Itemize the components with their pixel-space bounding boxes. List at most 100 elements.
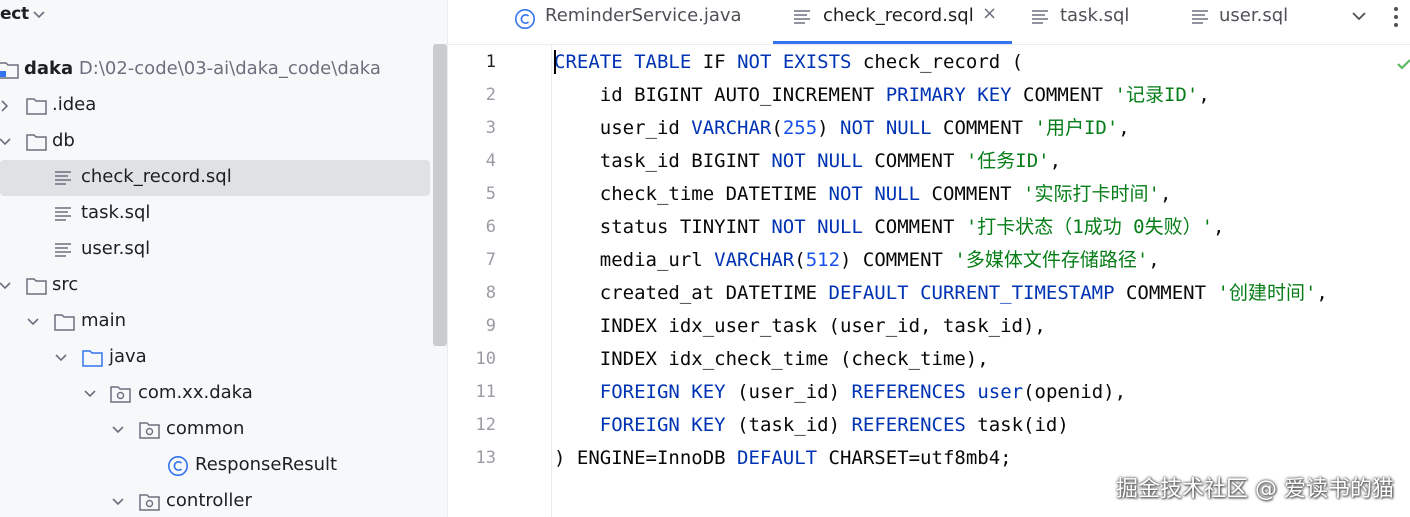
project-title[interactable]: ect xyxy=(0,4,29,24)
code-token: IF xyxy=(691,51,738,73)
code-token: DEFAULT xyxy=(737,447,818,469)
code-token: FOREIGN xyxy=(599,381,680,403)
tree-item-daka[interactable]: daka D:\02-code\03-ai\daka_code\daka xyxy=(0,52,430,88)
code-line[interactable]: user_id VARCHAR(255) NOT NULL COMMENT '用… xyxy=(554,112,1130,145)
code-token: NOT xyxy=(737,51,772,73)
code-token: '创建时间' xyxy=(1217,282,1317,304)
code-token: DEFAULT xyxy=(828,282,909,304)
active-tab-indicator xyxy=(773,41,1012,44)
code-token: CURRENT_TIMESTAMP xyxy=(920,282,1115,304)
chevron-down-icon[interactable] xyxy=(111,497,125,507)
code-token: FOREIGN xyxy=(599,414,680,436)
code-token: TABLE xyxy=(634,51,692,73)
code-line[interactable]: INDEX idx_user_task (user_id, task_id), xyxy=(554,310,1046,343)
code-token: , xyxy=(1213,216,1225,238)
line-number: 12 xyxy=(475,415,496,435)
chevron-down-icon[interactable] xyxy=(111,425,125,435)
code-line[interactable]: id BIGINT AUTO_INCREMENT PRIMARY KEY COM… xyxy=(554,79,1210,112)
code-line[interactable]: status TINYINT NOT NULL COMMENT '打卡状态（1成… xyxy=(554,211,1225,244)
line-number: 10 xyxy=(475,349,496,369)
code-token: INDEX idx_user_task (user_id, task_id), xyxy=(554,315,1046,337)
package-icon xyxy=(139,422,160,439)
tab-label: user.sql xyxy=(1219,5,1289,26)
tab-label: check_record.sql xyxy=(823,5,974,26)
code-token: VARCHAR xyxy=(714,249,795,271)
tree-item-check-record-sql[interactable]: check_record.sql xyxy=(0,160,430,196)
tree-item-label: check_record.sql xyxy=(81,166,232,187)
code-token: NULL xyxy=(874,183,921,205)
line-number-gutter: 1 2 3 4 5 6 7 8 9 10 11 12 13 xyxy=(448,45,552,517)
code-token: COMMENT xyxy=(1011,84,1115,106)
chevron-down-icon[interactable] xyxy=(32,7,46,21)
tree-item-controller[interactable]: controller xyxy=(0,484,430,517)
code-token: '任务ID' xyxy=(965,150,1050,172)
tree-item-label: controller xyxy=(166,490,252,511)
code-token: NULL xyxy=(885,117,932,139)
code-token: , xyxy=(1148,249,1160,271)
tree-item-label: user.sql xyxy=(81,238,151,259)
code-line[interactable]: CREATE TABLE IF NOT EXISTS check_record … xyxy=(554,46,1023,79)
code-token: , xyxy=(1049,150,1062,172)
sql-file-icon xyxy=(1192,10,1208,24)
code-editor[interactable]: 1 2 3 4 5 6 7 8 9 10 11 12 13 CREATE TABLE IF NOT EX… xyxy=(448,45,1410,517)
code-line[interactable]: media_url VARCHAR(512) COMMENT '多媒体文件存储路… xyxy=(554,244,1160,277)
line-number: 6 xyxy=(485,217,496,237)
code-token: ( xyxy=(794,249,806,271)
chevron-down-icon[interactable] xyxy=(54,353,68,363)
code-token: INDEX idx_check_time (check_time), xyxy=(554,348,989,370)
code-line[interactable]: task_id BIGINT NOT NULL COMMENT '任务ID', xyxy=(554,145,1061,178)
code-line[interactable]: FOREIGN KEY (user_id) REFERENCES user(op… xyxy=(554,376,1126,409)
tree-item-main[interactable]: main xyxy=(0,304,430,340)
code-line[interactable]: ) ENGINE=InnoDB DEFAULT CHARSET=utf8mb4; xyxy=(554,442,1012,475)
code-token: ) ENGINE=InnoDB xyxy=(554,447,738,469)
chevron-right-icon[interactable] xyxy=(0,99,10,113)
code-line[interactable]: check_time DATETIME NOT NULL COMMENT '实际… xyxy=(554,178,1172,211)
code-token: , xyxy=(1118,117,1130,139)
code-token: '用户ID' xyxy=(1034,117,1119,139)
code-token: '多媒体文件存储路径' xyxy=(954,249,1149,271)
code-line[interactable]: FOREIGN KEY (task_id) REFERENCES task(id… xyxy=(554,409,1069,442)
tree-item-db[interactable]: db xyxy=(0,124,430,160)
code-token: NOT xyxy=(771,216,806,238)
tree-item-user-sql[interactable]: user.sql xyxy=(0,232,430,268)
project-scrollbar[interactable] xyxy=(433,44,447,346)
code-token: NOT xyxy=(771,150,806,172)
inspection-ok-icon[interactable] xyxy=(1396,57,1410,71)
code-line[interactable]: created_at DATETIME DEFAULT CURRENT_TIME… xyxy=(554,277,1328,310)
sql-file-icon xyxy=(1032,10,1048,24)
tree-item-task-sql[interactable]: task.sql xyxy=(0,196,430,232)
package-icon xyxy=(110,386,131,403)
chevron-down-icon[interactable] xyxy=(0,137,12,147)
line-number: 2 xyxy=(485,85,496,105)
line-number: 5 xyxy=(485,184,496,204)
close-icon[interactable]: × xyxy=(982,3,997,24)
code-token: ) xyxy=(817,117,841,139)
tree-item-java[interactable]: java xyxy=(0,340,430,376)
sql-file-icon xyxy=(55,243,71,257)
chevron-down-icon[interactable] xyxy=(83,389,97,399)
tree-item-label: ResponseResult xyxy=(195,454,338,475)
more-options-icon[interactable] xyxy=(1393,6,1399,28)
code-token: ( xyxy=(771,117,783,139)
tab-list-chevron-icon[interactable] xyxy=(1351,9,1367,23)
chevron-down-icon[interactable] xyxy=(26,317,40,327)
chevron-down-icon[interactable] xyxy=(0,281,12,291)
tree-item-src[interactable]: src xyxy=(0,268,430,304)
tree-item-common[interactable]: common xyxy=(0,412,430,448)
sql-file-icon xyxy=(794,10,810,24)
code-token: VARCHAR xyxy=(691,117,772,139)
code-token: created_at DATETIME xyxy=(554,282,829,304)
code-token: user xyxy=(977,381,1024,403)
tree-item-label: task.sql xyxy=(81,202,151,223)
tree-item-idea[interactable]: .idea xyxy=(0,88,430,124)
code-token: media_url xyxy=(554,249,715,271)
code-line[interactable]: INDEX idx_check_time (check_time), xyxy=(554,343,989,376)
code-token: (user_id) xyxy=(725,381,852,403)
tree-item-response-result[interactable]: ResponseResult xyxy=(0,448,430,484)
tree-item-com-xx-daka[interactable]: com.xx.daka xyxy=(0,376,430,412)
